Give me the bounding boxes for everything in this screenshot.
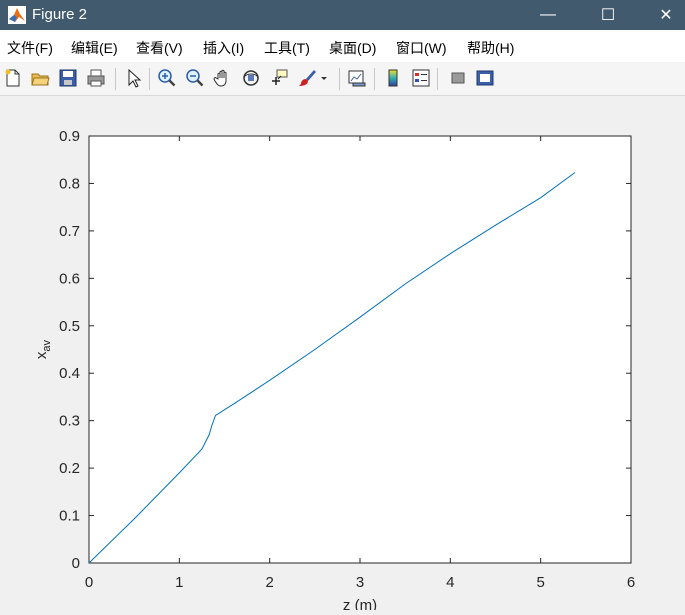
title-bar: Figure 2 — ☐ ✕	[0, 0, 685, 30]
plot-area[interactable]: 0 1 2 3 4 5 6 0 0.1 0.2 0.3 0.4 0.5 0.6 0.7 0.8 0.9 z (m…	[0, 96, 685, 614]
pan-button[interactable]	[211, 66, 235, 90]
y-tick-label: 0.8	[59, 175, 80, 192]
menu-window[interactable]: 窗口(W)	[396, 38, 447, 58]
y-tick-label: 0.7	[59, 223, 80, 240]
y-axis-label-sub: av	[41, 339, 53, 351]
zoom-in-icon	[158, 69, 176, 87]
insert-legend-icon	[412, 69, 430, 87]
print-button[interactable]	[84, 66, 108, 90]
brush-dropdown-icon	[321, 77, 327, 80]
new-figure-button[interactable]	[1, 66, 25, 90]
y-axis-label: xav	[33, 339, 53, 359]
menu-help[interactable]: 帮助(H)	[467, 38, 514, 58]
link-plot-icon	[348, 70, 366, 87]
pan-hand-icon	[213, 69, 227, 87]
close-button[interactable]: ✕	[643, 0, 685, 30]
print-icon	[87, 69, 105, 87]
brush-button[interactable]	[295, 66, 319, 90]
menu-view[interactable]: 查看(V)	[136, 38, 183, 58]
save-icon	[59, 69, 77, 87]
brush-dropdown-button[interactable]	[318, 66, 330, 90]
y-tick-label: 0.1	[59, 508, 80, 525]
y-tick-label: 0.3	[59, 413, 80, 430]
figure-area: 0 1 2 3 4 5 6 0 0.1 0.2 0.3 0.4 0.5 0.6 0.7 0.8 0.9 z (m…	[0, 96, 685, 614]
y-tick-label: 0	[72, 555, 80, 572]
show-plot-tools-icon	[476, 70, 494, 86]
window-title: Figure 2	[32, 6, 88, 23]
x-axis-label: z (m)	[343, 597, 377, 610]
zoom-out-button[interactable]	[183, 66, 207, 90]
toolbar-separator	[149, 68, 150, 90]
menu-insert[interactable]: 插入(I)	[203, 38, 244, 58]
menu-edit[interactable]: 编辑(E)	[71, 38, 118, 58]
minimize-button[interactable]: —	[525, 0, 571, 30]
toolbar-separator	[374, 68, 375, 90]
new-figure-icon	[5, 69, 20, 87]
menu-desktop[interactable]: 桌面(D)	[329, 38, 376, 58]
x-tick-label: 5	[536, 574, 544, 591]
save-button[interactable]	[56, 66, 80, 90]
insert-colorbar-icon	[388, 69, 398, 87]
menu-bar: 文件(F) 编辑(E) 查看(V) 插入(I) 工具(T) 桌面(D) 窗口(W…	[0, 30, 685, 62]
x-tick-label: 2	[265, 574, 273, 591]
maximize-button[interactable]: ☐	[585, 0, 631, 30]
toolbar-separator	[339, 68, 340, 90]
hide-plot-tools-button[interactable]	[446, 66, 470, 90]
matlab-logo-icon	[8, 6, 26, 24]
y-tick-label: 0.9	[59, 128, 80, 145]
select-arrow-button[interactable]	[121, 66, 145, 90]
axes-box	[88, 135, 632, 564]
select-arrow-icon	[128, 68, 142, 88]
x-tick-label: 4	[446, 574, 454, 591]
close-icon: ✕	[659, 7, 673, 24]
hide-plot-tools-icon	[451, 72, 465, 84]
x-tick-label: 3	[356, 574, 364, 591]
open-file-icon	[31, 73, 50, 86]
open-file-button[interactable]	[28, 66, 52, 90]
toolbar-separator	[115, 68, 116, 90]
insert-legend-button[interactable]	[409, 66, 433, 90]
x-tick-label: 6	[627, 574, 635, 591]
zoom-in-button[interactable]	[155, 66, 179, 90]
y-tick-label: 0.4	[59, 365, 80, 382]
menu-file[interactable]: 文件(F)	[7, 38, 53, 58]
brush-icon	[299, 70, 316, 86]
rotate-3d-button[interactable]	[239, 66, 263, 90]
toolbar-separator	[437, 68, 438, 90]
y-tick-label: 0.5	[59, 318, 80, 335]
y-tick-label: 0.6	[59, 270, 80, 287]
data-cursor-icon	[272, 69, 288, 85]
toolbar	[0, 62, 685, 96]
maximize-icon: ☐	[600, 7, 616, 24]
x-tick-label: 1	[175, 574, 183, 591]
minimize-icon: —	[540, 6, 556, 23]
insert-colorbar-button[interactable]	[381, 66, 405, 90]
zoom-out-icon	[186, 69, 204, 87]
menu-tools[interactable]: 工具(T)	[264, 38, 310, 58]
show-plot-tools-button[interactable]	[473, 66, 497, 90]
x-tick-label: 0	[85, 574, 93, 591]
link-plot-button[interactable]	[345, 66, 369, 90]
data-cursor-button[interactable]	[267, 66, 291, 90]
rotate-3d-icon	[243, 70, 259, 86]
y-tick-label: 0.2	[59, 460, 80, 477]
